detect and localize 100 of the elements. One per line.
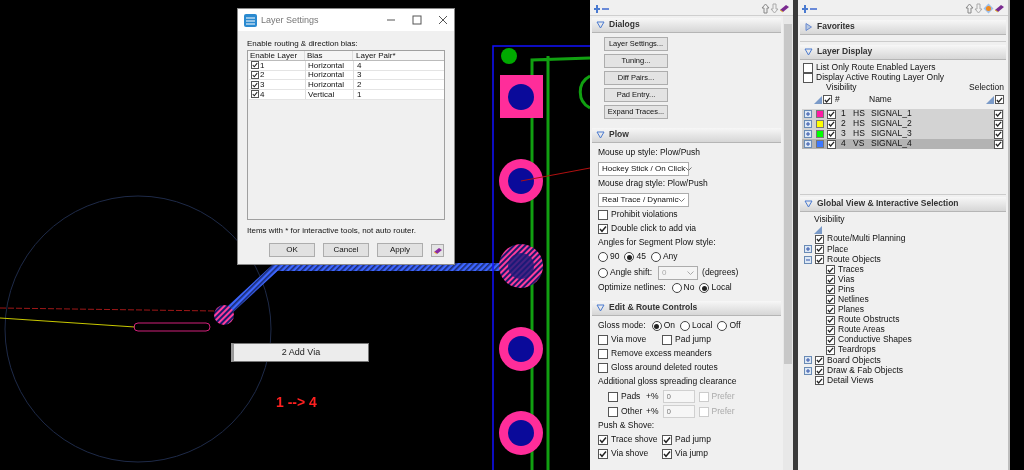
checkbox[interactable] — [598, 335, 608, 345]
layer-row[interactable]: 2 HS SIGNAL_2 — [802, 119, 1004, 130]
expand-icon[interactable] — [804, 110, 812, 119]
tree-item-label[interactable]: Pins — [838, 284, 855, 295]
checkbox[interactable] — [827, 109, 836, 119]
expand-icon[interactable] — [804, 245, 812, 254]
scrollbar[interactable] — [783, 16, 793, 470]
dropdown[interactable]: Hockey Stick / On Click — [598, 161, 689, 176]
book-icon[interactable] — [779, 3, 790, 14]
dialog-button[interactable]: Cancel — [323, 243, 369, 258]
checkbox[interactable] — [251, 80, 259, 89]
expand-icon[interactable] — [804, 120, 812, 129]
checkbox[interactable] — [598, 224, 608, 234]
close-icon[interactable] — [438, 15, 448, 25]
checkbox[interactable] — [826, 275, 835, 285]
tree-item-label[interactable]: Conductive Shapes — [838, 335, 912, 346]
radio-button[interactable] — [624, 252, 635, 262]
layer-row[interactable]: 1 HS SIGNAL_1 — [802, 109, 1004, 120]
section-header[interactable]: Edit & Route Controls — [592, 301, 781, 316]
scrollbar-thumb[interactable] — [784, 24, 792, 364]
expand-icon[interactable] — [804, 366, 812, 375]
tree-item-label[interactable]: Planes — [838, 305, 864, 315]
checkbox[interactable] — [826, 325, 835, 335]
checkbox[interactable] — [826, 345, 835, 355]
checkbox[interactable] — [815, 234, 824, 244]
checkbox-label: Prohibit violations — [611, 210, 678, 220]
checkbox[interactable] — [803, 63, 813, 74]
tree-item-label[interactable]: Route Objects — [827, 254, 881, 265]
radio-button[interactable] — [650, 252, 661, 262]
checkbox-label: List Only Route Enabled Layers — [816, 63, 936, 73]
section-header[interactable]: Dialogs — [592, 18, 781, 33]
maximize-icon[interactable] — [412, 15, 422, 25]
dialog-button[interactable]: Apply — [377, 243, 423, 258]
radio-button[interactable] — [671, 283, 682, 293]
tree-item-label[interactable]: Traces — [838, 264, 864, 275]
checkbox[interactable] — [662, 335, 672, 345]
expand-icon[interactable] — [804, 140, 812, 149]
checkbox[interactable] — [598, 435, 608, 445]
tree-item-label[interactable]: Place — [827, 244, 849, 255]
layer-row[interactable]: 4 VS SIGNAL_4 — [802, 139, 1004, 150]
tree-item-label[interactable]: Detail Views — [827, 375, 874, 386]
checkbox[interactable] — [826, 295, 835, 305]
dialog-button[interactable]: OK — [269, 243, 315, 258]
radio-button[interactable] — [680, 321, 691, 331]
checkbox[interactable] — [826, 315, 835, 325]
checkbox[interactable] — [815, 255, 824, 264]
checkbox[interactable] — [827, 119, 836, 129]
outline-arc — [578, 74, 590, 110]
checkbox[interactable] — [815, 366, 824, 376]
checkbox[interactable] — [598, 210, 608, 220]
checkbox[interactable] — [826, 265, 835, 275]
checkbox[interactable] — [251, 61, 259, 70]
expand-icon[interactable] — [804, 356, 812, 365]
checkbox[interactable] — [994, 119, 1003, 129]
radio-button[interactable] — [699, 283, 710, 293]
help-book-icon[interactable] — [431, 243, 444, 257]
book-icon[interactable] — [994, 3, 1005, 14]
checkbox[interactable] — [994, 129, 1003, 139]
checkbox[interactable] — [826, 305, 835, 315]
checkbox[interactable] — [826, 335, 835, 345]
checkbox[interactable] — [598, 363, 608, 373]
section-header[interactable]: Favorites — [800, 20, 1006, 35]
radio-button[interactable] — [651, 321, 662, 331]
collapse-icon[interactable] — [804, 255, 812, 264]
checkbox[interactable] — [994, 109, 1003, 119]
checkbox[interactable] — [815, 244, 824, 254]
tree-item-label[interactable]: Draw & Fab Objects — [827, 365, 904, 376]
checkbox[interactable] — [827, 139, 836, 149]
dropdown[interactable]: Real Trace / Dynamic — [598, 192, 689, 207]
radio-button[interactable] — [717, 321, 728, 331]
checkbox[interactable] — [827, 129, 836, 139]
tree-item-label[interactable]: Route/Multi Planning — [827, 234, 906, 245]
section-header[interactable]: Global View & Interactive Selection — [800, 197, 1006, 213]
expand-icon[interactable] — [804, 130, 812, 139]
checkbox[interactable] — [662, 435, 672, 445]
checkbox[interactable] — [815, 355, 824, 365]
checkbox[interactable] — [598, 349, 608, 359]
section-title: Edit & Route Controls — [609, 303, 698, 313]
checkbox[interactable] — [251, 71, 259, 80]
unit-label: +% — [646, 391, 659, 402]
checkbox[interactable] — [251, 90, 259, 99]
checkbox-label: Pad jump — [675, 435, 711, 445]
layer-row[interactable]: 3 HS SIGNAL_3 — [802, 129, 1004, 140]
tree-item-label[interactable]: Board Objects — [827, 355, 881, 366]
radio-button[interactable] — [598, 252, 608, 262]
checkbox[interactable] — [598, 449, 608, 459]
checkbox[interactable] — [815, 376, 824, 386]
checkbox[interactable] — [662, 449, 672, 459]
checkbox[interactable] — [803, 73, 813, 84]
tree-item-label[interactable]: Teardrops — [838, 345, 876, 356]
checkbox[interactable] — [995, 95, 1004, 105]
tree-item-label[interactable]: Route Obstructs — [838, 315, 900, 325]
tree-item-label[interactable]: Netlines — [838, 295, 869, 305]
checkbox[interactable] — [823, 95, 832, 105]
section-header[interactable]: Layer Display — [800, 45, 1006, 60]
section-header[interactable]: Plow — [592, 128, 781, 143]
tree-item-label[interactable]: Route Areas — [838, 325, 885, 336]
tree-item-label[interactable]: Vias — [838, 274, 855, 285]
checkbox[interactable] — [994, 139, 1003, 149]
checkbox[interactable] — [826, 285, 835, 295]
